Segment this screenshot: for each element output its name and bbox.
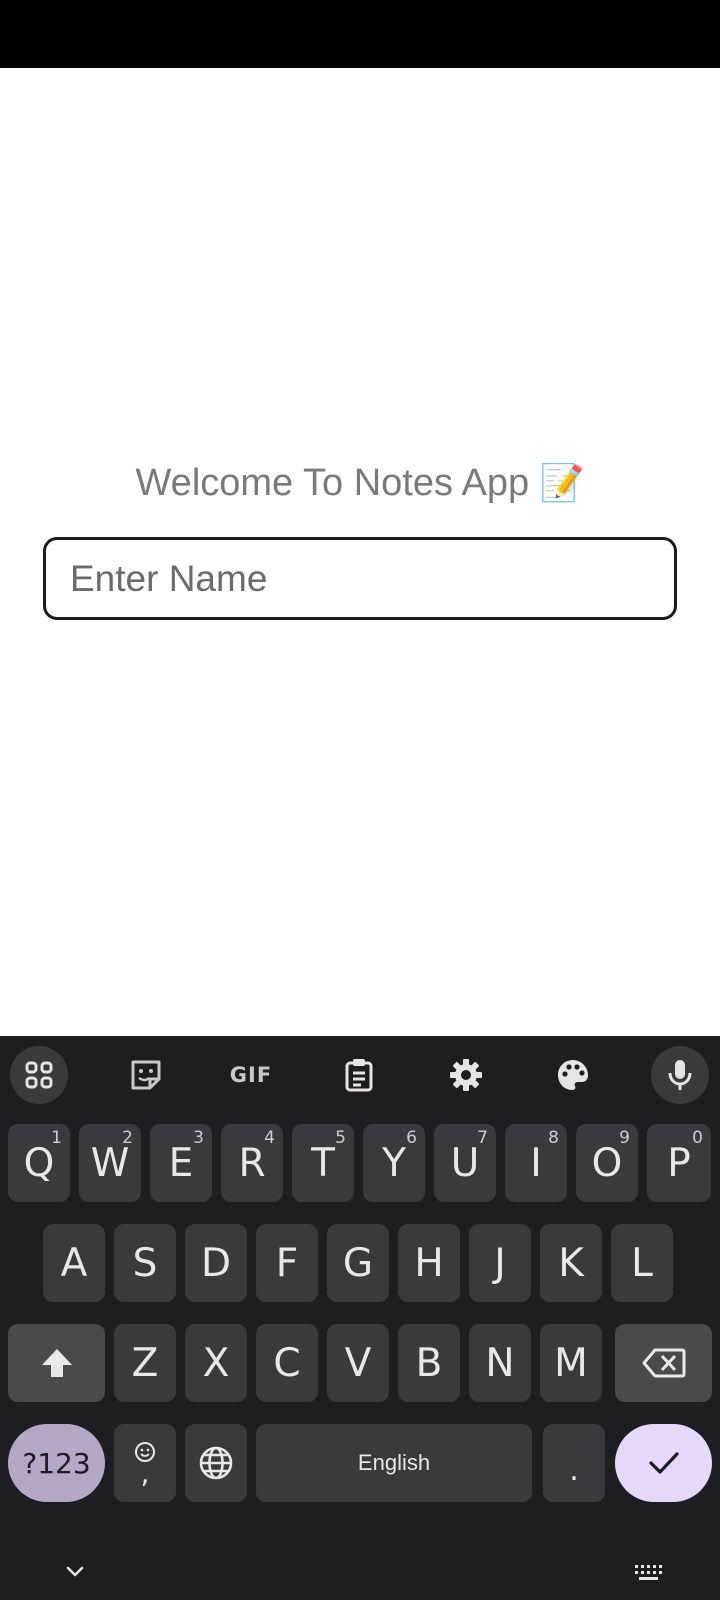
switch-keyboard-icon[interactable] xyxy=(628,1552,668,1592)
checkmark-icon xyxy=(648,1452,679,1474)
name-input[interactable] xyxy=(43,537,677,620)
key-d[interactable]: D xyxy=(185,1224,247,1302)
key-k[interactable]: K xyxy=(540,1224,602,1302)
apps-grid-icon[interactable] xyxy=(10,1046,68,1104)
key-m[interactable]: M xyxy=(540,1324,602,1402)
period-key[interactable]: . xyxy=(543,1424,605,1502)
key-x[interactable]: X xyxy=(185,1324,247,1402)
memo-emoji-icon: 📝 xyxy=(539,463,585,504)
gif-button[interactable]: GIF xyxy=(222,1046,280,1104)
sticker-icon[interactable] xyxy=(117,1046,175,1104)
on-screen-keyboard: GIF Q1 W2 E3 R4 T5 Y6 U7 I8 O9 P0 A S D … xyxy=(0,1036,720,1600)
key-i[interactable]: I8 xyxy=(505,1124,567,1202)
key-p[interactable]: P0 xyxy=(647,1124,711,1202)
microphone-icon[interactable] xyxy=(651,1046,709,1104)
key-n[interactable]: N xyxy=(469,1324,531,1402)
keyboard-nav-bar xyxy=(0,1546,720,1600)
shift-key[interactable] xyxy=(8,1324,105,1402)
key-w[interactable]: W2 xyxy=(79,1124,141,1202)
globe-icon xyxy=(199,1446,233,1480)
clipboard-icon[interactable] xyxy=(330,1046,388,1104)
language-key[interactable] xyxy=(185,1424,247,1502)
key-j[interactable]: J xyxy=(469,1224,531,1302)
backspace-icon xyxy=(642,1348,685,1378)
shift-arrow-icon xyxy=(41,1349,72,1377)
comma-emoji-key[interactable]: , xyxy=(114,1424,176,1502)
key-e[interactable]: E3 xyxy=(150,1124,212,1202)
key-y[interactable]: Y6 xyxy=(363,1124,425,1202)
hide-keyboard-chevron-icon[interactable] xyxy=(55,1552,95,1592)
settings-gear-icon[interactable] xyxy=(437,1046,495,1104)
key-f[interactable]: F xyxy=(256,1224,318,1302)
key-v[interactable]: V xyxy=(327,1324,389,1402)
key-b[interactable]: B xyxy=(398,1324,460,1402)
key-z[interactable]: Z xyxy=(114,1324,176,1402)
key-r[interactable]: R4 xyxy=(221,1124,283,1202)
keyboard-toolbar: GIF xyxy=(0,1036,720,1112)
space-key[interactable]: English xyxy=(256,1424,532,1502)
key-o[interactable]: O9 xyxy=(576,1124,638,1202)
welcome-text: Welcome To Notes App xyxy=(135,462,530,504)
theme-palette-icon[interactable] xyxy=(544,1046,602,1104)
key-q[interactable]: Q1 xyxy=(8,1124,70,1202)
symbols-key[interactable]: ?123 xyxy=(8,1424,105,1502)
key-a[interactable]: A xyxy=(43,1224,105,1302)
key-h[interactable]: H xyxy=(398,1224,460,1302)
done-key[interactable] xyxy=(615,1424,712,1502)
key-u[interactable]: U7 xyxy=(434,1124,496,1202)
key-t[interactable]: T5 xyxy=(292,1124,354,1202)
key-g[interactable]: G xyxy=(327,1224,389,1302)
key-s[interactable]: S xyxy=(114,1224,176,1302)
status-bar xyxy=(0,0,720,68)
key-l[interactable]: L xyxy=(611,1224,673,1302)
backspace-key[interactable] xyxy=(615,1324,712,1402)
key-c[interactable]: C xyxy=(256,1324,318,1402)
welcome-heading: Welcome To Notes App 📝 xyxy=(0,462,720,505)
